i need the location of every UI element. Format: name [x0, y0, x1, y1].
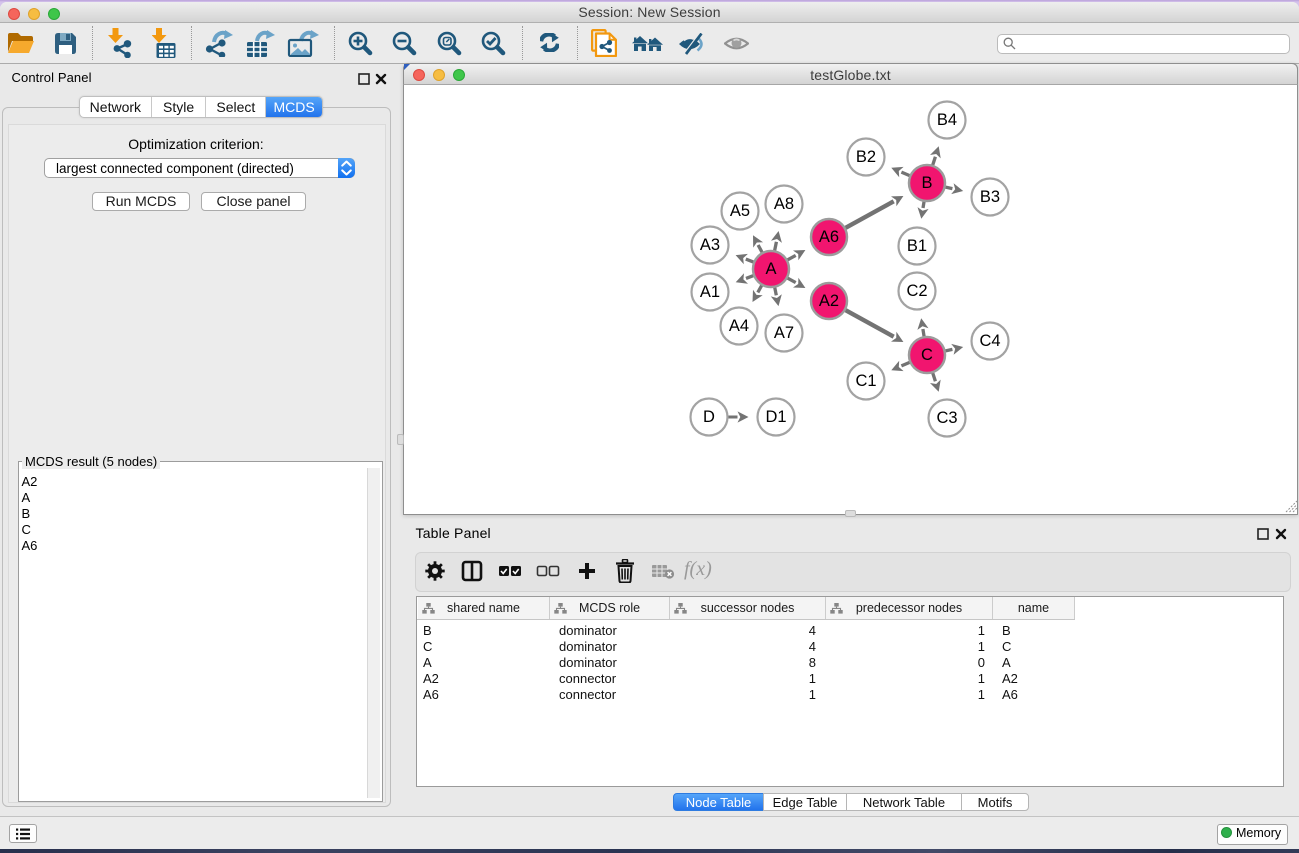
svg-text:C2: C2 [906, 282, 927, 300]
svg-text:B3: B3 [980, 188, 1000, 206]
svg-text:B2: B2 [856, 148, 876, 166]
svg-text:A3: A3 [700, 236, 720, 254]
svg-text:A4: A4 [729, 317, 749, 335]
svg-text:D1: D1 [765, 408, 786, 426]
svg-text:A5: A5 [730, 202, 750, 220]
svg-text:A8: A8 [774, 195, 794, 213]
svg-text:A1: A1 [700, 283, 720, 301]
svg-text:B1: B1 [907, 237, 927, 255]
svg-text:C3: C3 [936, 409, 957, 427]
svg-text:B: B [921, 174, 932, 192]
svg-text:A7: A7 [774, 324, 794, 342]
svg-text:A: A [765, 260, 776, 278]
svg-text:D: D [703, 408, 715, 426]
svg-text:C: C [921, 346, 933, 364]
svg-text:A2: A2 [819, 292, 839, 310]
svg-text:A6: A6 [819, 228, 839, 246]
svg-text:C1: C1 [855, 372, 876, 390]
svg-text:C4: C4 [979, 332, 1000, 350]
svg-text:B4: B4 [937, 111, 957, 129]
